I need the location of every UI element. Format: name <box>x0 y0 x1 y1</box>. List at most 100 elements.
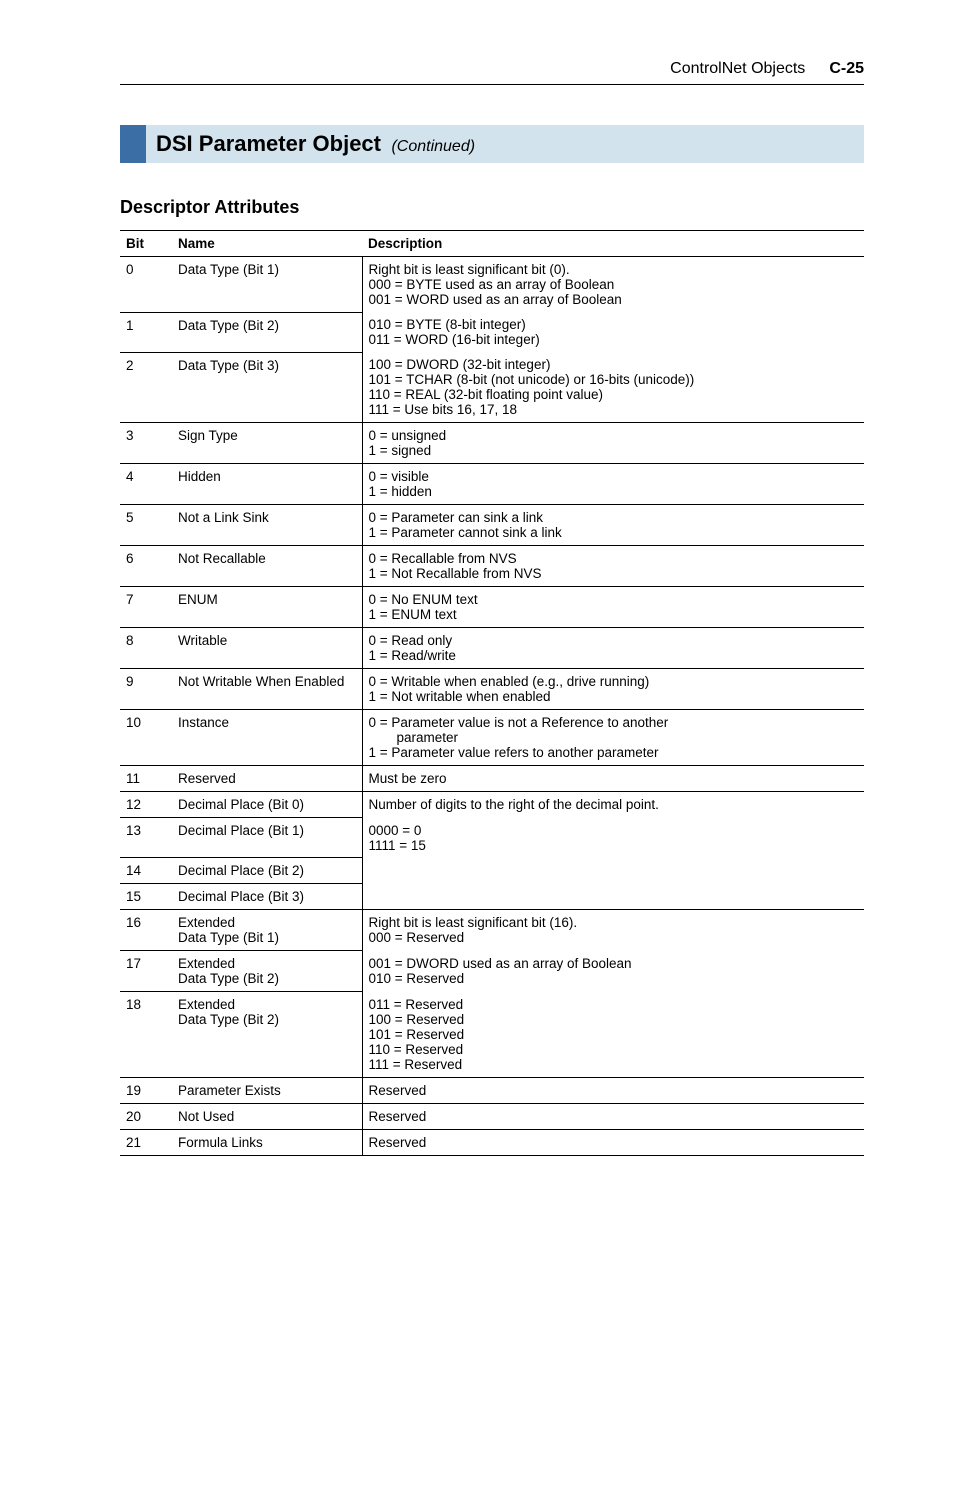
table-row: 2Data Type (Bit 3)100 = DWORD (32-bit in… <box>120 352 864 423</box>
cell-description: 100 = DWORD (32-bit integer) 101 = TCHAR… <box>362 352 864 423</box>
cell-description: 0 = Read only 1 = Read/write <box>362 628 864 669</box>
section-title: DSI Parameter Object <box>156 131 381 156</box>
cell-bit: 9 <box>120 669 172 710</box>
table-row: 5Not a Link Sink0 = Parameter can sink a… <box>120 505 864 546</box>
table-row: 4Hidden0 = visible 1 = hidden <box>120 464 864 505</box>
table-row: 9Not Writable When Enabled0 = Writable w… <box>120 669 864 710</box>
cell-description: 0 = unsigned 1 = signed <box>362 423 864 464</box>
cell-bit: 1 <box>120 312 172 352</box>
cell-description <box>362 884 864 910</box>
table-row: 18Extended Data Type (Bit 2)011 = Reserv… <box>120 992 864 1078</box>
cell-bit: 21 <box>120 1129 172 1155</box>
cell-description: 0 = No ENUM text 1 = ENUM text <box>362 587 864 628</box>
cell-name: Decimal Place (Bit 2) <box>172 858 362 884</box>
cell-name: Sign Type <box>172 423 362 464</box>
table-row: 11ReservedMust be zero <box>120 766 864 792</box>
cell-bit: 2 <box>120 352 172 423</box>
cell-name: Extended Data Type (Bit 1) <box>172 910 362 951</box>
cell-bit: 19 <box>120 1077 172 1103</box>
table-row: 8Writable0 = Read only 1 = Read/write <box>120 628 864 669</box>
cell-description: 0 = Parameter value is not a Reference t… <box>362 710 864 766</box>
section-continued: (Continued) <box>391 138 475 155</box>
cell-description: 0 = Parameter can sink a link 1 = Parame… <box>362 505 864 546</box>
cell-bit: 8 <box>120 628 172 669</box>
section-heading-band: DSI Parameter Object (Continued) <box>120 125 864 163</box>
cell-name: Decimal Place (Bit 3) <box>172 884 362 910</box>
table-row: 3Sign Type0 = unsigned 1 = signed <box>120 423 864 464</box>
table-row: 16Extended Data Type (Bit 1)Right bit is… <box>120 910 864 951</box>
cell-name: Formula Links <box>172 1129 362 1155</box>
cell-name: Parameter Exists <box>172 1077 362 1103</box>
cell-description: 011 = Reserved 100 = Reserved 101 = Rese… <box>362 992 864 1078</box>
cell-name: Reserved <box>172 766 362 792</box>
cell-description: Reserved <box>362 1129 864 1155</box>
table-row: 14Decimal Place (Bit 2) <box>120 858 864 884</box>
cell-description: Reserved <box>362 1077 864 1103</box>
table-row: 0Data Type (Bit 1)Right bit is least sig… <box>120 257 864 313</box>
table-row: 10Instance0 = Parameter value is not a R… <box>120 710 864 766</box>
page-header: ControlNet Objects C-25 <box>120 60 864 85</box>
cell-bit: 0 <box>120 257 172 313</box>
cell-name: Extended Data Type (Bit 2) <box>172 992 362 1078</box>
cell-description: Must be zero <box>362 766 864 792</box>
cell-description: Right bit is least significant bit (0). … <box>362 257 864 313</box>
cell-bit: 18 <box>120 992 172 1078</box>
cell-description <box>362 858 864 884</box>
cell-bit: 3 <box>120 423 172 464</box>
cell-bit: 20 <box>120 1103 172 1129</box>
table-row: 20Not UsedReserved <box>120 1103 864 1129</box>
cell-bit: 7 <box>120 587 172 628</box>
cell-bit: 11 <box>120 766 172 792</box>
cell-name: Hidden <box>172 464 362 505</box>
cell-name: Not Recallable <box>172 546 362 587</box>
cell-description: Number of digits to the right of the dec… <box>362 792 864 818</box>
cell-description: Right bit is least significant bit (16).… <box>362 910 864 951</box>
table-row: 7ENUM0 = No ENUM text 1 = ENUM text <box>120 587 864 628</box>
cell-bit: 12 <box>120 792 172 818</box>
cell-name: Not Writable When Enabled <box>172 669 362 710</box>
cell-bit: 4 <box>120 464 172 505</box>
descriptor-attributes-table: Bit Name Description 0Data Type (Bit 1)R… <box>120 230 864 1156</box>
cell-name: ENUM <box>172 587 362 628</box>
cell-bit: 13 <box>120 818 172 858</box>
cell-name: Instance <box>172 710 362 766</box>
cell-name: Decimal Place (Bit 0) <box>172 792 362 818</box>
table-row: 6Not Recallable0 = Recallable from NVS 1… <box>120 546 864 587</box>
table-row: 1Data Type (Bit 2)010 = BYTE (8-bit inte… <box>120 312 864 352</box>
cell-description: 0 = visible 1 = hidden <box>362 464 864 505</box>
cell-name: Data Type (Bit 3) <box>172 352 362 423</box>
cell-description: Reserved <box>362 1103 864 1129</box>
cell-name: Data Type (Bit 2) <box>172 312 362 352</box>
table-row: 17Extended Data Type (Bit 2)001 = DWORD … <box>120 951 864 992</box>
col-header-name: Name <box>172 231 362 257</box>
cell-bit: 6 <box>120 546 172 587</box>
table-row: 15Decimal Place (Bit 3) <box>120 884 864 910</box>
cell-name: Decimal Place (Bit 1) <box>172 818 362 858</box>
subheading: Descriptor Attributes <box>120 197 864 218</box>
header-page-number: C-25 <box>829 60 864 78</box>
cell-description: 0000 = 0 1111 = 15 <box>362 818 864 858</box>
table-row: 19Parameter ExistsReserved <box>120 1077 864 1103</box>
cell-description: 001 = DWORD used as an array of Boolean … <box>362 951 864 992</box>
table-row: 21Formula LinksReserved <box>120 1129 864 1155</box>
header-title: ControlNet Objects <box>670 60 805 78</box>
col-header-bit: Bit <box>120 231 172 257</box>
cell-name: Not a Link Sink <box>172 505 362 546</box>
cell-bit: 5 <box>120 505 172 546</box>
cell-bit: 17 <box>120 951 172 992</box>
cell-description: 0 = Writable when enabled (e.g., drive r… <box>362 669 864 710</box>
table-row: 12Decimal Place (Bit 0)Number of digits … <box>120 792 864 818</box>
cell-name: Writable <box>172 628 362 669</box>
cell-bit: 15 <box>120 884 172 910</box>
col-header-desc: Description <box>362 231 864 257</box>
cell-bit: 16 <box>120 910 172 951</box>
table-header-row: Bit Name Description <box>120 231 864 257</box>
cell-name: Not Used <box>172 1103 362 1129</box>
table-row: 13Decimal Place (Bit 1)0000 = 0 1111 = 1… <box>120 818 864 858</box>
cell-bit: 10 <box>120 710 172 766</box>
cell-description: 010 = BYTE (8-bit integer) 011 = WORD (1… <box>362 312 864 352</box>
cell-description: 0 = Recallable from NVS 1 = Not Recallab… <box>362 546 864 587</box>
cell-bit: 14 <box>120 858 172 884</box>
cell-name: Extended Data Type (Bit 2) <box>172 951 362 992</box>
cell-name: Data Type (Bit 1) <box>172 257 362 313</box>
